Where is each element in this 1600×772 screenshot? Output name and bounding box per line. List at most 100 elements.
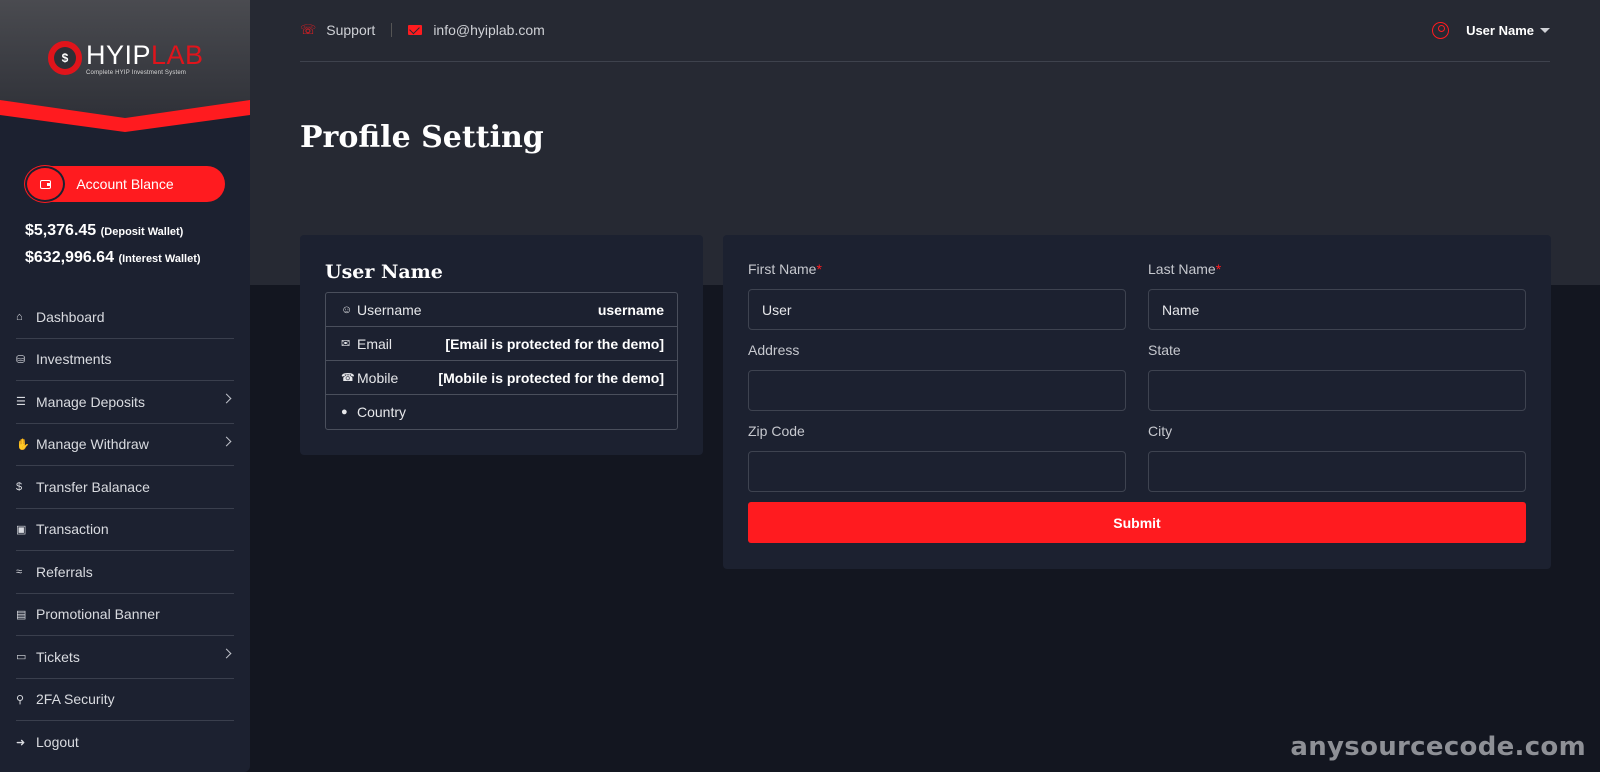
- interest-wallet-label: (Interest Wallet): [118, 253, 201, 265]
- sidebar-item-label: Transfer Balanace: [36, 478, 150, 495]
- first-name-group: First Name*: [748, 261, 1126, 330]
- layers-icon: ☰: [16, 396, 26, 409]
- wallet-icon: [25, 166, 65, 202]
- last-name-field[interactable]: [1148, 289, 1526, 330]
- info-value: username: [597, 301, 664, 318]
- hand-coin-icon: ✋: [16, 438, 30, 451]
- sidebar-item-label: Tickets: [36, 648, 80, 665]
- sidebar-item-dashboard[interactable]: ⌂ Dashboard: [16, 296, 234, 339]
- info-value: [Mobile is protected for the demo]: [438, 369, 664, 386]
- account-balance-label: Account Blance: [76, 176, 174, 192]
- profile-info-list: ☺ Username username ✉ Email [Email is prot…: [325, 292, 678, 430]
- money-bag-icon: $: [48, 41, 82, 75]
- home-icon: ⌂: [16, 310, 23, 323]
- account-balance-button[interactable]: Account Blance: [25, 166, 225, 202]
- coins-icon: ⛁: [16, 353, 26, 366]
- sidebar-item-tickets[interactable]: ▭ Tickets: [16, 636, 234, 679]
- sidebar-item-label: Referrals: [36, 563, 93, 580]
- first-name-label: First Name*: [748, 261, 822, 277]
- city-field[interactable]: [1148, 451, 1526, 492]
- page-title: Profile Setting: [300, 120, 544, 155]
- wallet-balances: $5,376.45 (Deposit Wallet) $632,996.64 (…: [25, 218, 201, 272]
- money-stack-icon: ▣: [16, 523, 27, 536]
- banner-icon: ▤: [16, 608, 27, 621]
- sidebar-item-label: 2FA Security: [36, 691, 115, 708]
- submit-button[interactable]: Submit: [748, 502, 1526, 543]
- list-item: ☎ Mobile [Mobile is protected for the dem…: [326, 361, 677, 395]
- headset-icon: ☏: [300, 22, 317, 37]
- watermark: anysourcecode.com: [1290, 732, 1586, 762]
- sidebar-item-label: Transaction: [36, 521, 109, 538]
- chevron-right-icon: [221, 393, 232, 404]
- email-link[interactable]: info@hyiplab.com: [408, 14, 545, 46]
- sidebar-item-manage-withdraw[interactable]: ✋ Manage Withdraw: [16, 424, 234, 466]
- sidebar-item-transfer-balance[interactable]: $ Transfer Balanace: [16, 466, 234, 509]
- city-group: City: [1148, 423, 1526, 492]
- globe-icon: ●: [341, 406, 348, 418]
- ticket-icon: ▭: [16, 651, 27, 664]
- sidebar-item-referrals[interactable]: ≈ Referrals: [16, 551, 234, 594]
- deposit-wallet: $5,376.45 (Deposit Wallet): [25, 218, 201, 245]
- sidebar-item-label: Manage Withdraw: [36, 436, 149, 453]
- state-group: State: [1148, 342, 1526, 411]
- last-name-group: Last Name*: [1148, 261, 1526, 330]
- zip-code-field[interactable]: [748, 451, 1126, 492]
- topbar: ☏ Support info@hyiplab.com User Name: [300, 14, 1550, 62]
- list-item: ☺ Username username: [326, 293, 677, 327]
- state-label: State: [1148, 342, 1181, 358]
- sidebar-item-label: Logout: [36, 734, 79, 751]
- sidebar-item-promotional-banner[interactable]: ▤ Promotional Banner: [16, 594, 234, 636]
- logo-area: $ HYIPLAB Complete HYIP Investment Syste…: [0, 0, 250, 135]
- dollar-icon: $: [16, 480, 23, 493]
- sidebar-item-logout[interactable]: ➜ Logout: [16, 721, 234, 764]
- envelope-icon: ✉: [341, 338, 351, 350]
- caret-down-icon: [1540, 27, 1550, 33]
- support-link[interactable]: ☏ Support: [300, 14, 375, 46]
- user-lock-icon: ⚲: [16, 693, 25, 706]
- last-name-label: Last Name*: [1148, 261, 1222, 277]
- deposit-wallet-amount: $5,376.45: [25, 222, 97, 239]
- city-label: City: [1148, 423, 1173, 439]
- sidebar-item-transaction[interactable]: ▣ Transaction: [16, 509, 234, 551]
- info-label: Country: [357, 404, 407, 420]
- email-address: info@hyiplab.com: [433, 22, 545, 38]
- logo-tagline: Complete HYIP Investment System: [86, 69, 187, 76]
- chevron-right-icon: [221, 436, 232, 446]
- logo-text-hyip: HYIP: [86, 39, 152, 70]
- profile-form: First Name* Last Name* Address State Zip…: [723, 235, 1551, 569]
- list-item: ● Country: [326, 395, 677, 429]
- profile-name: User Name: [325, 261, 443, 283]
- info-label: Username: [357, 301, 422, 318]
- info-label: Email: [357, 335, 393, 352]
- zip-code-label: Zip Code: [748, 423, 805, 439]
- state-field[interactable]: [1148, 370, 1526, 411]
- info-label: Mobile: [357, 369, 399, 386]
- logout-icon: ➜: [16, 736, 26, 749]
- profile-card: User Name ☺ Username username ✉ Email [Ema…: [300, 235, 703, 455]
- address-field[interactable]: [748, 370, 1126, 411]
- address-label: Address: [748, 342, 800, 358]
- sidebar-item-manage-deposits[interactable]: ☰ Manage Deposits: [16, 381, 234, 424]
- zip-code-group: Zip Code: [748, 423, 1126, 492]
- chevron-right-icon: [221, 648, 232, 659]
- user-menu-dropdown[interactable]: User Name: [1432, 14, 1550, 46]
- sidebar-item-label: Manage Deposits: [36, 393, 145, 410]
- list-item: ✉ Email [Email is protected for the demo]: [326, 327, 677, 361]
- address-group: Address: [748, 342, 1126, 411]
- deposit-wallet-label: (Deposit Wallet): [100, 226, 184, 238]
- support-label: Support: [326, 22, 376, 38]
- sidebar: $ HYIPLAB Complete HYIP Investment Syste…: [0, 0, 250, 772]
- sidebar-item-investments[interactable]: ⛁ Investments: [16, 339, 234, 381]
- logo-text-lab: LAB: [151, 39, 204, 70]
- first-name-field[interactable]: [748, 289, 1126, 330]
- envelope-icon: [408, 25, 423, 35]
- sidebar-item-2fa-security[interactable]: ⚲ 2FA Security: [16, 679, 234, 721]
- info-value: [Email is protected for the demo]: [445, 335, 664, 352]
- interest-wallet-amount: $632,996.64: [25, 249, 114, 266]
- sidebar-item-label: Dashboard: [36, 308, 105, 325]
- sidebar-item-label: Promotional Banner: [36, 606, 160, 623]
- logo[interactable]: $ HYIPLAB Complete HYIP Investment Syste…: [48, 38, 204, 78]
- user-name: User Name: [1466, 22, 1534, 38]
- user-icon: ☺: [341, 303, 353, 316]
- user-circle-icon: [1432, 21, 1450, 39]
